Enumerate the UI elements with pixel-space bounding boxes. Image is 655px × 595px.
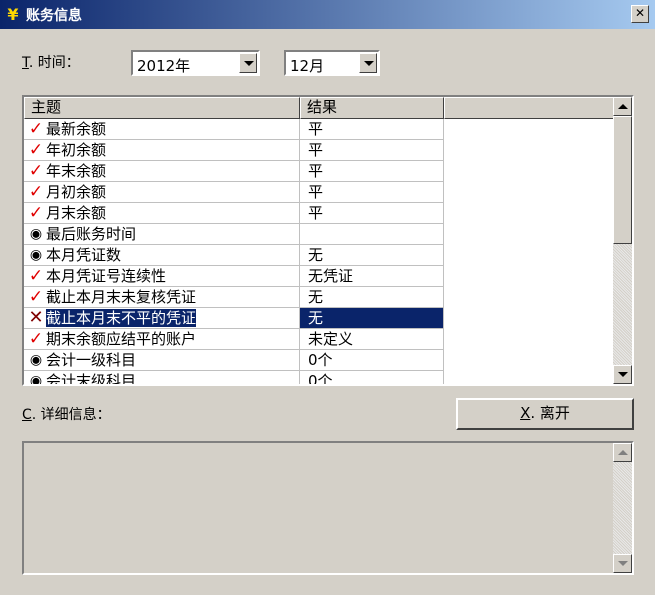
scroll-up-arrow-icon[interactable] [613,443,632,462]
result-cell: 平 [300,182,444,203]
table-row[interactable]: ✓ 期末余额应结平的账户 未定义 [24,329,444,350]
topic-cell: ◉ 本月凭证数 [24,245,300,266]
topic-cell: ✓ 最新余额 [24,119,300,140]
table-row[interactable]: ◉ 最后账务时间 [24,224,444,245]
year-select-value: 2012年 [137,57,191,75]
month-select[interactable]: 12月 [284,50,380,76]
topic-cell: ✓ 期末余额应结平的账户 [24,329,300,350]
window-title: 账务信息 [26,8,82,24]
table-row[interactable]: ◉ 会计末级科目 0个 [24,371,444,386]
column-header-result[interactable]: 结果 [300,97,444,119]
result-cell: 无 [300,245,444,266]
result-cell: 无凭证 [300,266,444,287]
scroll-down-arrow-icon[interactable] [613,365,632,384]
result-cell: 平 [300,161,444,182]
check-icon: ✓ [28,140,44,160]
grid-header: 主题 结果 [24,97,614,119]
close-button[interactable]: ✕ [631,5,649,23]
table-row[interactable]: ✓ 年初余额平 [24,140,444,161]
result-cell: 0个 [300,371,444,384]
column-header-topic[interactable]: 主题 [24,97,300,119]
eye-icon: ◉ [29,247,43,263]
status-grid[interactable]: 主题 结果 ✓ 最新余额平 ✓ 年初余额平 ✓ 年末余额平 ✓ 月初余额平 ✓ 月末余额平 ◉ 最后账… [22,95,634,386]
check-icon: ✓ [28,266,44,286]
topic-cell: ✓ 月初余额 [24,182,300,203]
detail-text-area[interactable] [22,441,634,575]
scroll-thumb[interactable] [613,116,632,244]
table-row[interactable]: ✓ 年末余额平 [24,161,444,182]
scroll-down-arrow-icon[interactable] [613,554,632,573]
topic-cell: ✓ 本月凭证号连续性 [24,266,300,287]
result-cell [300,224,444,245]
detail-vertical-scrollbar[interactable] [613,443,632,573]
table-row[interactable]: ✓ 月末余额平 [24,203,444,224]
topic-cell: ✓ 年末余额 [24,161,300,182]
table-row[interactable]: ✕ 截止本月末不平的凭证无 [24,308,444,329]
topic-cell: ◉ 最后账务时间 [24,224,300,245]
scroll-up-arrow-icon[interactable] [613,97,632,116]
result-cell: 平 [300,140,444,161]
detail-label: C. 详细信息： [22,407,111,423]
chevron-down-icon[interactable] [359,53,377,73]
topic-cell: ✓ 月末余额 [24,203,300,224]
grid-vertical-scrollbar[interactable] [613,97,632,384]
eye-icon: ◉ [29,352,43,368]
topic-cell: ✕ 截止本月末不平的凭证 [24,308,300,329]
cross-icon: ✕ [28,308,44,328]
topic-cell: ✓ 年初余额 [24,140,300,161]
chevron-down-icon[interactable] [239,53,257,73]
column-header-empty [444,97,614,119]
check-icon: ✓ [28,182,44,202]
result-cell: 0个 [300,350,444,371]
result-cell: 平 [300,119,444,140]
time-label: T. 时间： [22,55,80,71]
topic-cell: ◉ 会计末级科目 [24,371,300,386]
table-row[interactable]: ✓ 月初余额平 [24,182,444,203]
table-row[interactable]: ◉ 本月凭证数无 [24,245,444,266]
result-cell: 未定义 [300,329,444,350]
eye-icon: ◉ [29,373,43,386]
check-icon: ✓ [28,203,44,223]
exit-button[interactable]: X. 离开 [456,398,634,430]
yen-icon: ¥ [7,5,19,24]
check-icon: ✓ [28,287,44,307]
table-row[interactable]: ✓ 截止本月末未复核凭证无 [24,287,444,308]
table-row[interactable]: ◉ 会计一级科目 0个 [24,350,444,371]
eye-icon: ◉ [29,226,43,242]
check-icon: ✓ [28,329,44,349]
title-bar: ¥ 账务信息 ✕ [0,0,655,29]
check-icon: ✓ [28,161,44,181]
topic-cell: ◉ 会计一级科目 [24,350,300,371]
table-row[interactable]: ✓ 本月凭证号连续性 无凭证 [24,266,444,287]
result-cell: 无 [300,287,444,308]
table-row[interactable]: ✓ 最新余额平 [24,119,444,140]
year-select[interactable]: 2012年 [131,50,260,76]
result-cell: 平 [300,203,444,224]
check-icon: ✓ [28,119,44,139]
topic-cell: ✓ 截止本月末未复核凭证 [24,287,300,308]
month-select-value: 12月 [290,57,325,75]
result-cell: 无 [300,308,444,329]
